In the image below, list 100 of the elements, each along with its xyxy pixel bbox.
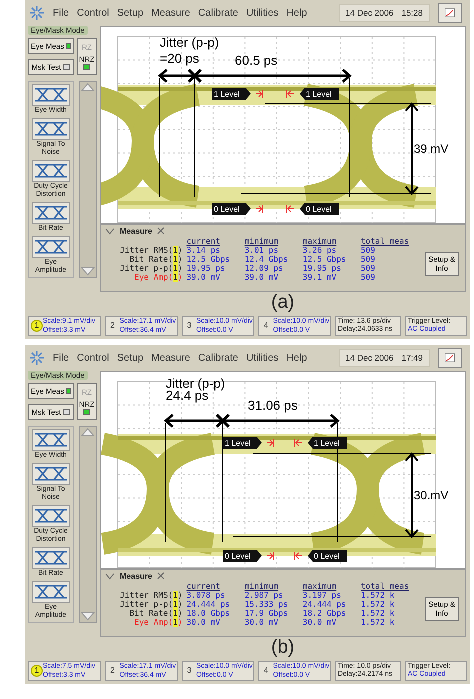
channel-number: 2 [110, 666, 116, 676]
graph-button[interactable] [438, 3, 462, 23]
scrollbar[interactable] [79, 81, 97, 278]
menu-item[interactable]: Setup [117, 352, 144, 364]
channel-number: 2 [110, 321, 116, 331]
table-cell: 30.0 mV [244, 618, 303, 627]
measure-title: Measure [120, 226, 152, 236]
column-header: maximum [302, 237, 361, 246]
measurement-name: Jitter RMS(1) [105, 591, 187, 600]
table-cell-text: 24.444 ps [302, 600, 348, 609]
menu-item[interactable]: File [53, 8, 70, 18]
measurement-name: Bit Rate(1) [128, 609, 184, 618]
date-text: 14 Dec 2006 [346, 8, 394, 18]
eye-pattern-icon [32, 463, 70, 485]
date-text: 14 Dec 2006 [346, 353, 394, 363]
measurement-name: Jitter RMS(1) [105, 246, 187, 255]
menu-item[interactable]: Measure [152, 352, 190, 364]
eye-pattern-icon [32, 581, 70, 603]
menu-item[interactable]: Calibrate [198, 8, 238, 18]
column-header: maximum [302, 582, 361, 591]
time-text: 15:28 [402, 8, 423, 18]
close-icon[interactable] [157, 227, 166, 235]
collapse-icon[interactable] [105, 228, 115, 234]
table-cell: 30.0 mV [186, 618, 245, 627]
table-cell-text: 12.5 Gbps [302, 255, 348, 264]
menu-item[interactable]: Control [77, 352, 110, 364]
eye-pattern-icon [32, 118, 70, 140]
table-cell-text: 12.5 Gbps [186, 255, 232, 264]
scroll-down-icon[interactable] [81, 612, 95, 622]
table-cell-text: 12.09 ps [244, 264, 284, 273]
figure-caption: (a) [270, 292, 296, 314]
channel-number: 4 [263, 666, 270, 676]
scroll-up-icon[interactable] [81, 427, 95, 437]
menu-item[interactable]: Utilities [246, 352, 279, 364]
graph-icon [445, 351, 455, 365]
table-cell-text: 12.4 Gbps [244, 255, 290, 264]
channel-number: 3 [186, 321, 193, 331]
menu-item[interactable]: File [53, 352, 70, 364]
starburst-icon[interactable] [29, 350, 45, 366]
eye-pattern-icon [32, 202, 70, 224]
menu-item[interactable]: Help [286, 8, 308, 18]
jitter-label: Jitter (p-p) [160, 35, 220, 50]
table-cell-text: 509 [360, 264, 376, 273]
scrollbar[interactable] [79, 426, 97, 623]
scroll-down-icon[interactable] [81, 267, 95, 277]
eye-pattern-icon [32, 547, 70, 569]
collapse-icon[interactable] [105, 572, 115, 580]
column-header: minimum [244, 582, 303, 591]
column-header: minimum [244, 237, 303, 246]
table-cell: 39.0 mV [244, 273, 303, 282]
table-cell: 3.01 ps [244, 246, 303, 255]
table-cell-text: 1.572 k [360, 609, 396, 618]
table-cell-text: 509 [360, 255, 376, 264]
measurement-name: Bit Rate(1) [128, 255, 184, 264]
starburst-icon[interactable] [29, 5, 45, 21]
table-cell: 3.197 ps [302, 591, 361, 600]
menu-item[interactable]: Utilities [246, 8, 279, 18]
channel-number: 3 [186, 666, 193, 676]
jitter-value: =20 ps [160, 51, 200, 66]
menu-item[interactable]: Setup [117, 8, 144, 18]
time-text: 17:49 [402, 353, 423, 363]
measure-title: Measure [120, 572, 152, 580]
table-cell-text: 17.9 Gbps [244, 609, 290, 618]
menu-item[interactable]: Measure [152, 8, 190, 18]
measurement-name: Eye Amp(1) [134, 618, 184, 627]
table-cell-text: 30.0 mV [302, 618, 338, 627]
menu-item[interactable]: Control [77, 8, 110, 18]
table-cell-text: 19.95 ps [186, 264, 226, 273]
table-cell: 2.987 ps [244, 591, 303, 600]
column-header: total meas [360, 582, 410, 591]
menu-item[interactable]: Calibrate [198, 352, 238, 364]
eye-pattern-icon [32, 429, 70, 451]
graph-button[interactable] [438, 348, 462, 368]
led-indicator [83, 409, 90, 416]
table-cell-text: 18.2 Gbps [302, 609, 348, 618]
table-cell-text: 509 [360, 273, 376, 282]
table-cell: 1.572 k [360, 591, 425, 600]
table-cell: 3.14 ps [186, 246, 245, 255]
scroll-up-icon[interactable] [81, 82, 95, 92]
table-cell-text: 1.572 k [360, 600, 396, 609]
table-cell: 509 [360, 246, 425, 255]
channel-number: 4 [263, 321, 270, 331]
channel-number: 1 [31, 665, 43, 677]
table-cell-text: 39.1 mV [302, 273, 338, 282]
led-indicator [83, 64, 90, 70]
close-icon[interactable] [157, 572, 166, 580]
eye-amplitude-label: 30.mV [414, 488, 449, 502]
graph-icon [445, 6, 455, 20]
column-header: current [186, 237, 245, 246]
eye-pattern-icon [32, 160, 70, 182]
measurement-name: Jitter p-p(1) [119, 600, 184, 609]
measurement-name: Jitter p-p(1) [119, 264, 184, 273]
eye-amplitude-label: 39 mV [414, 142, 449, 156]
eye-pattern-icon [32, 236, 70, 258]
eye-width-label: 60.5 ps [235, 53, 278, 68]
menu-item[interactable]: Help [286, 352, 308, 364]
table-cell: 3.078 ps [186, 591, 245, 600]
channel-number: 1 [31, 320, 43, 332]
table-cell: 39.0 mV [186, 273, 245, 282]
table-cell-text: 19.95 ps [302, 264, 342, 273]
